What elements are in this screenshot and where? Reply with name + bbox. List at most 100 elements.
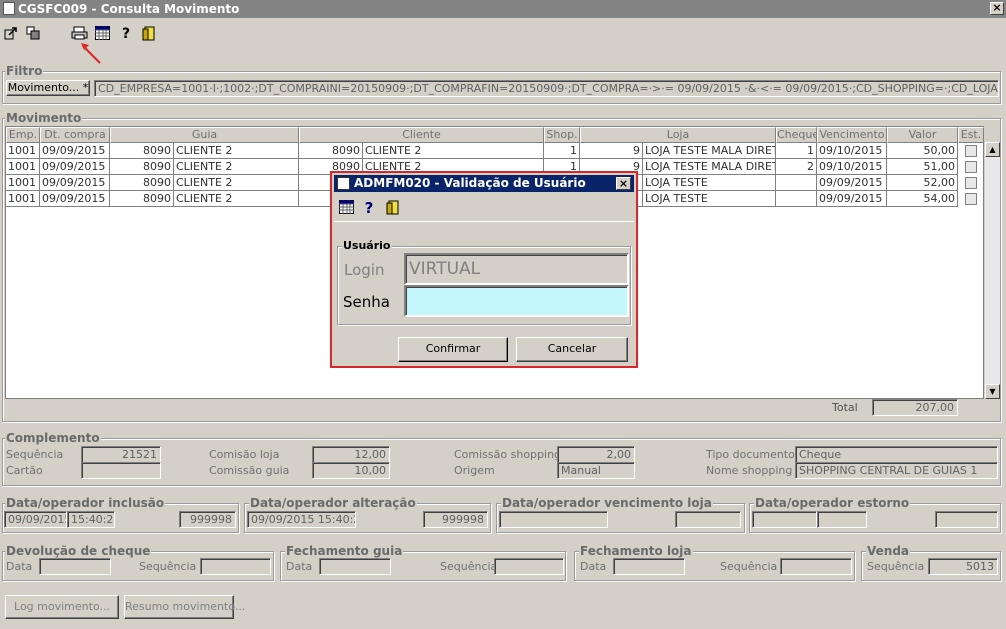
movimento-filter-button[interactable]: Movimento... * <box>6 80 90 96</box>
senha-field[interactable] <box>404 285 629 317</box>
comissao-shopping-field: 2,00 <box>557 446 635 463</box>
devolucao-data-label: Data <box>6 560 33 573</box>
cell-valor[interactable]: 50,00 <box>887 143 958 159</box>
col-emp[interactable]: Emp. <box>6 127 40 143</box>
fech-guia-data-label: Data <box>286 560 313 573</box>
fech-loja-seq-field <box>780 558 852 575</box>
comisao-loja-field: 12,00 <box>312 446 390 463</box>
dialog-close-button[interactable]: × <box>616 177 631 190</box>
cell-valor[interactable]: 52,00 <box>887 175 958 191</box>
inclusao-label: Data/operador inclusão <box>5 496 166 510</box>
dialog-door-icon[interactable] <box>385 200 401 216</box>
devolucao-seq-field <box>200 558 271 575</box>
cell-cli-cod[interactable]: 8090 <box>299 143 363 159</box>
window-close-button[interactable]: × <box>990 2 1004 15</box>
cell-loja[interactable]: LOJA TESTE <box>643 191 776 207</box>
cell-loja[interactable]: LOJA TESTE MALA DIRETA <box>643 143 776 159</box>
filtro-value: CD_EMPRESA=1001·I·;1002·;DT_COMPRAINI=20… <box>94 80 999 97</box>
cell-guia-cod[interactable]: 8090 <box>110 143 174 159</box>
dialog-app-icon <box>337 177 350 190</box>
comisao-loja-label: Comisão loja <box>209 448 280 461</box>
dialog-help-icon[interactable]: ? <box>361 200 377 216</box>
est-checkbox[interactable] <box>965 177 977 189</box>
confirmar-button[interactable]: Confirmar <box>398 337 508 362</box>
app-icon <box>3 2 15 15</box>
devolucao-data-field <box>39 558 111 575</box>
col-cheque[interactable]: Cheque <box>776 127 817 143</box>
dialog-grid-icon[interactable] <box>338 200 354 216</box>
cell-cheque[interactable] <box>776 191 817 207</box>
cell-cheque[interactable]: 2 <box>776 159 817 175</box>
cell-cheque[interactable]: 1 <box>776 143 817 159</box>
movimento-label: Movimento <box>5 111 83 125</box>
cell-guia[interactable]: CLIENTE 2 <box>174 175 299 191</box>
usuario-label: Usuário <box>342 239 392 252</box>
resumo-movimento-button[interactable]: Resumo movimento... <box>124 595 245 619</box>
cell-dt[interactable]: 09/09/2015 <box>40 191 110 207</box>
exit-icon[interactable] <box>3 26 19 42</box>
cell-loja-cod[interactable]: 9 <box>580 143 643 159</box>
col-dt-compra[interactable]: Dt. compra <box>40 127 110 143</box>
cell-emp[interactable]: 1001 <box>6 143 40 159</box>
total-value: 207,00 <box>872 399 958 416</box>
cell-dt[interactable]: 09/09/2015 <box>40 159 110 175</box>
fech-guia-seq-label: Sequência <box>440 560 498 573</box>
est-checkbox[interactable] <box>965 161 977 173</box>
cell-venc[interactable]: 09/09/2015 <box>817 175 887 191</box>
cell-valor[interactable]: 54,00 <box>887 191 958 207</box>
cell-venc[interactable]: 09/10/2015 <box>817 159 887 175</box>
col-valor[interactable]: Valor <box>887 127 958 143</box>
scroll-up-icon[interactable]: ▲ <box>985 142 1000 157</box>
cell-emp[interactable]: 1001 <box>6 159 40 175</box>
est-checkbox[interactable] <box>965 193 977 205</box>
col-cliente[interactable]: Cliente <box>299 127 544 143</box>
cell-guia-cod[interactable]: 8090 <box>110 191 174 207</box>
grid-scrollbar[interactable]: ▲ ▼ <box>985 142 1000 399</box>
complemento-label: Complemento <box>5 431 101 445</box>
dialog-title: ADMFM020 - Validação de Usuário <box>354 176 586 190</box>
cell-valor[interactable]: 51,00 <box>887 159 958 175</box>
col-shop[interactable]: Shop. <box>544 127 580 143</box>
cell-guia-cod[interactable]: 8090 <box>110 159 174 175</box>
nome-shopping-field: SHOPPING CENTRAL DE GUIAS 1 <box>795 462 998 479</box>
door-icon[interactable] <box>141 26 157 42</box>
filtro-label: Filtro <box>5 64 44 78</box>
dialog-titlebar: ADMFM020 - Validação de Usuário × <box>334 175 634 192</box>
inclusao-time: 15:40:27 <box>67 511 115 528</box>
cell-dt[interactable]: 09/09/2015 <box>40 175 110 191</box>
cell-dt[interactable]: 09/09/2015 <box>40 143 110 159</box>
annotation-arrow-icon <box>81 43 101 64</box>
col-vencimento[interactable]: Vencimento <box>817 127 887 143</box>
cell-emp[interactable]: 1001 <box>6 191 40 207</box>
scroll-down-icon[interactable]: ▼ <box>985 384 1000 399</box>
total-label: Total <box>832 401 858 414</box>
col-loja[interactable]: Loja <box>580 127 776 143</box>
devolucao-label: Devolução de cheque <box>5 544 152 558</box>
cell-cheque[interactable] <box>776 175 817 191</box>
cell-guia[interactable]: CLIENTE 2 <box>174 143 299 159</box>
est-checkbox[interactable] <box>965 145 977 157</box>
log-movimento-button[interactable]: Log movimento... <box>5 595 119 619</box>
window-icon[interactable] <box>25 26 41 42</box>
estorno-operator <box>935 511 998 528</box>
fech-loja-label: Fechamento loja <box>579 544 693 558</box>
help-icon[interactable]: ? <box>118 26 134 42</box>
cancelar-button[interactable]: Cancelar <box>516 337 628 362</box>
cell-emp[interactable]: 1001 <box>6 175 40 191</box>
cell-loja[interactable]: LOJA TESTE MALA DIRETA <box>643 159 776 175</box>
fech-guia-data-field <box>319 558 391 575</box>
cell-guia-cod[interactable]: 8090 <box>110 175 174 191</box>
col-guia[interactable]: Guia <box>110 127 299 143</box>
tipo-documento-field: Cheque <box>795 446 998 463</box>
cell-shop[interactable]: 1 <box>544 143 580 159</box>
origem-field: Manual <box>557 462 635 479</box>
cell-loja[interactable]: LOJA TESTE <box>643 175 776 191</box>
tipo-documento-label: Tipo documento <box>706 448 795 461</box>
col-est[interactable]: Est. <box>958 127 984 143</box>
cell-cliente[interactable]: CLIENTE 2 <box>363 143 544 159</box>
cell-guia[interactable]: CLIENTE 2 <box>174 191 299 207</box>
cell-venc[interactable]: 09/09/2015 <box>817 191 887 207</box>
venda-seq-label: Sequência <box>867 560 925 573</box>
cell-guia[interactable]: CLIENTE 2 <box>174 159 299 175</box>
cell-venc[interactable]: 09/10/2015 <box>817 143 887 159</box>
